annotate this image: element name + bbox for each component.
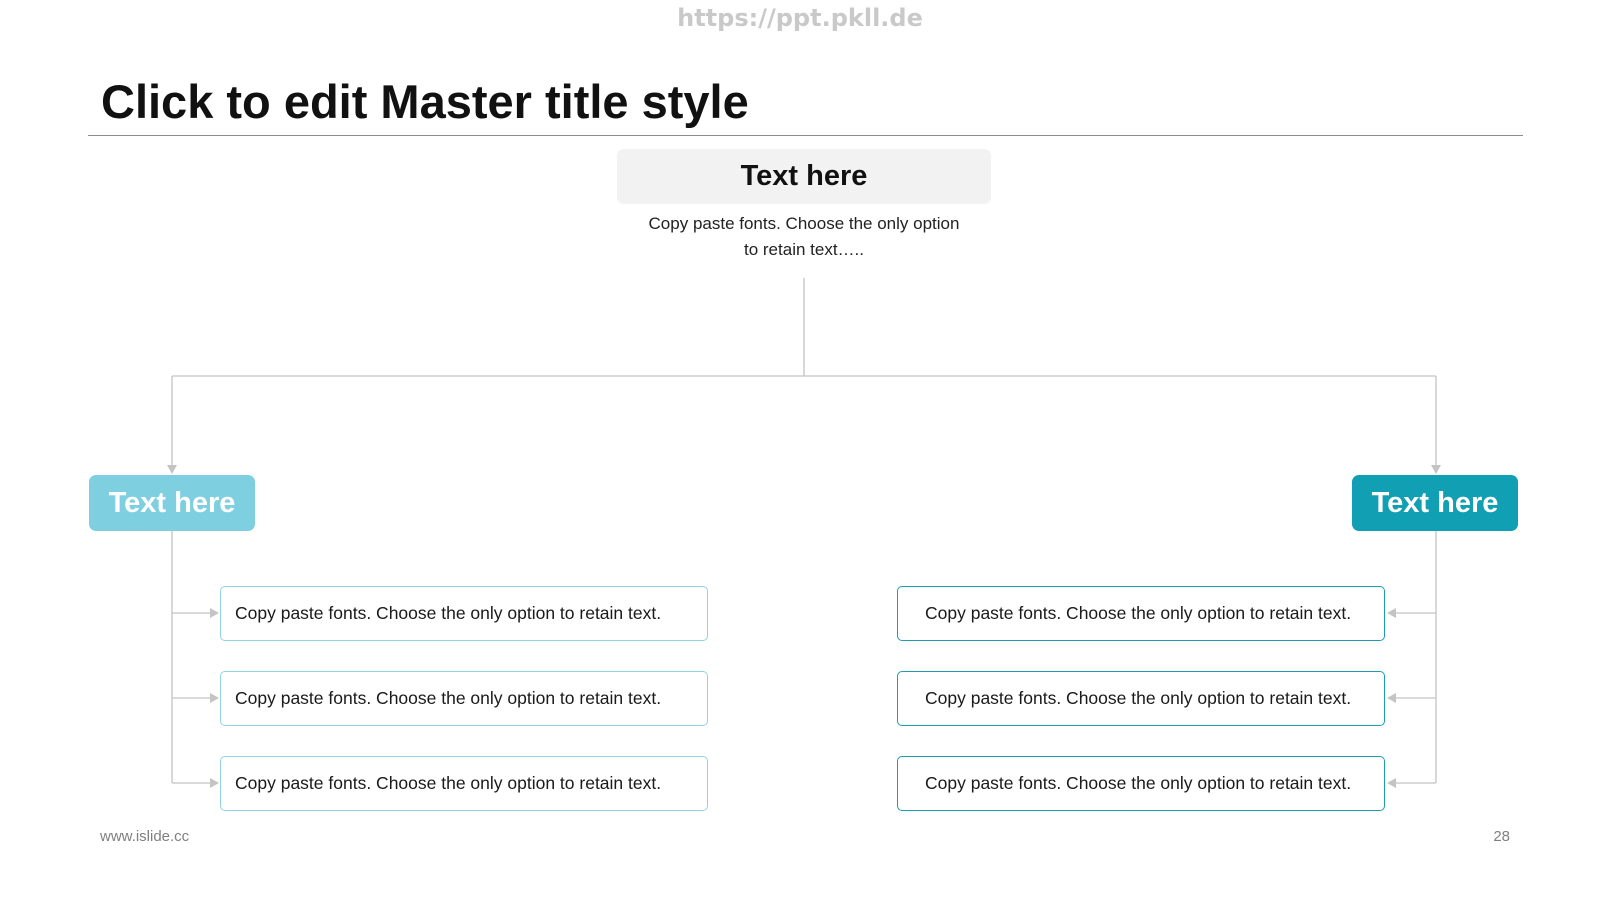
right-item-arrow-2 — [1387, 693, 1396, 703]
footer-website: www.islide.cc — [100, 828, 190, 845]
right-branch-box[interactable]: Text here — [1352, 475, 1518, 531]
top-node-description-line2: to retain text….. — [744, 240, 864, 259]
left-item-box-2[interactable]: Copy paste fonts. Choose the only option… — [220, 671, 708, 726]
top-node-description-line1: Copy paste fonts. Choose the only option — [648, 214, 960, 233]
left-drop-arrow — [167, 465, 177, 474]
right-item-box-2[interactable]: Copy paste fonts. Choose the only option… — [897, 671, 1385, 726]
right-item-arrow-1 — [1387, 608, 1396, 618]
page-number: 28 — [1493, 828, 1510, 845]
left-item-arrow-2 — [210, 693, 219, 703]
left-item-arrow-1 — [210, 608, 219, 618]
top-node-box[interactable]: Text here — [617, 149, 991, 204]
left-item-box-3[interactable]: Copy paste fonts. Choose the only option… — [220, 756, 708, 811]
right-drop-arrow — [1431, 465, 1441, 474]
left-item-box-1[interactable]: Copy paste fonts. Choose the only option… — [220, 586, 708, 641]
left-item-arrow-3 — [210, 778, 219, 788]
right-item-box-3[interactable]: Copy paste fonts. Choose the only option… — [897, 756, 1385, 811]
top-node-description[interactable]: Copy paste fonts. Choose the only option… — [617, 211, 991, 263]
right-item-box-1[interactable]: Copy paste fonts. Choose the only option… — [897, 586, 1385, 641]
left-branch-box[interactable]: Text here — [89, 475, 255, 531]
right-item-arrow-3 — [1387, 778, 1396, 788]
